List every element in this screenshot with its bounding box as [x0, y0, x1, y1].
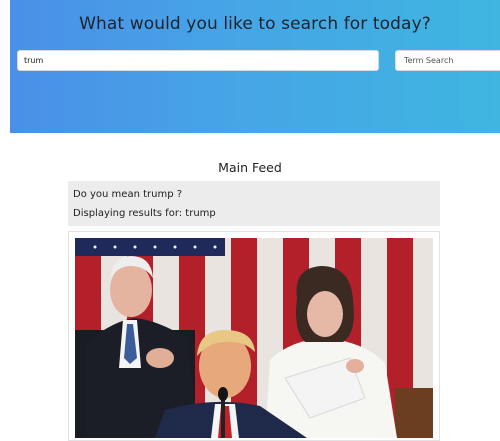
feed-title: Main Feed [218, 160, 282, 175]
header-title: What would you like to search for today? [79, 14, 431, 34]
search-header: What would you like to search for today?… [10, 0, 500, 133]
post-image[interactable] [75, 238, 433, 438]
suggestion-text[interactable]: Do you mean trump ? [73, 185, 435, 204]
post-card[interactable] [68, 231, 440, 441]
photo-illustration [75, 238, 433, 438]
results-label: Displaying results for: trump [73, 208, 216, 219]
search-input[interactable] [17, 50, 379, 71]
search-type-button[interactable]: Term Search [395, 50, 500, 71]
suggestion-box: Do you mean trump ? Displaying results f… [68, 181, 440, 226]
